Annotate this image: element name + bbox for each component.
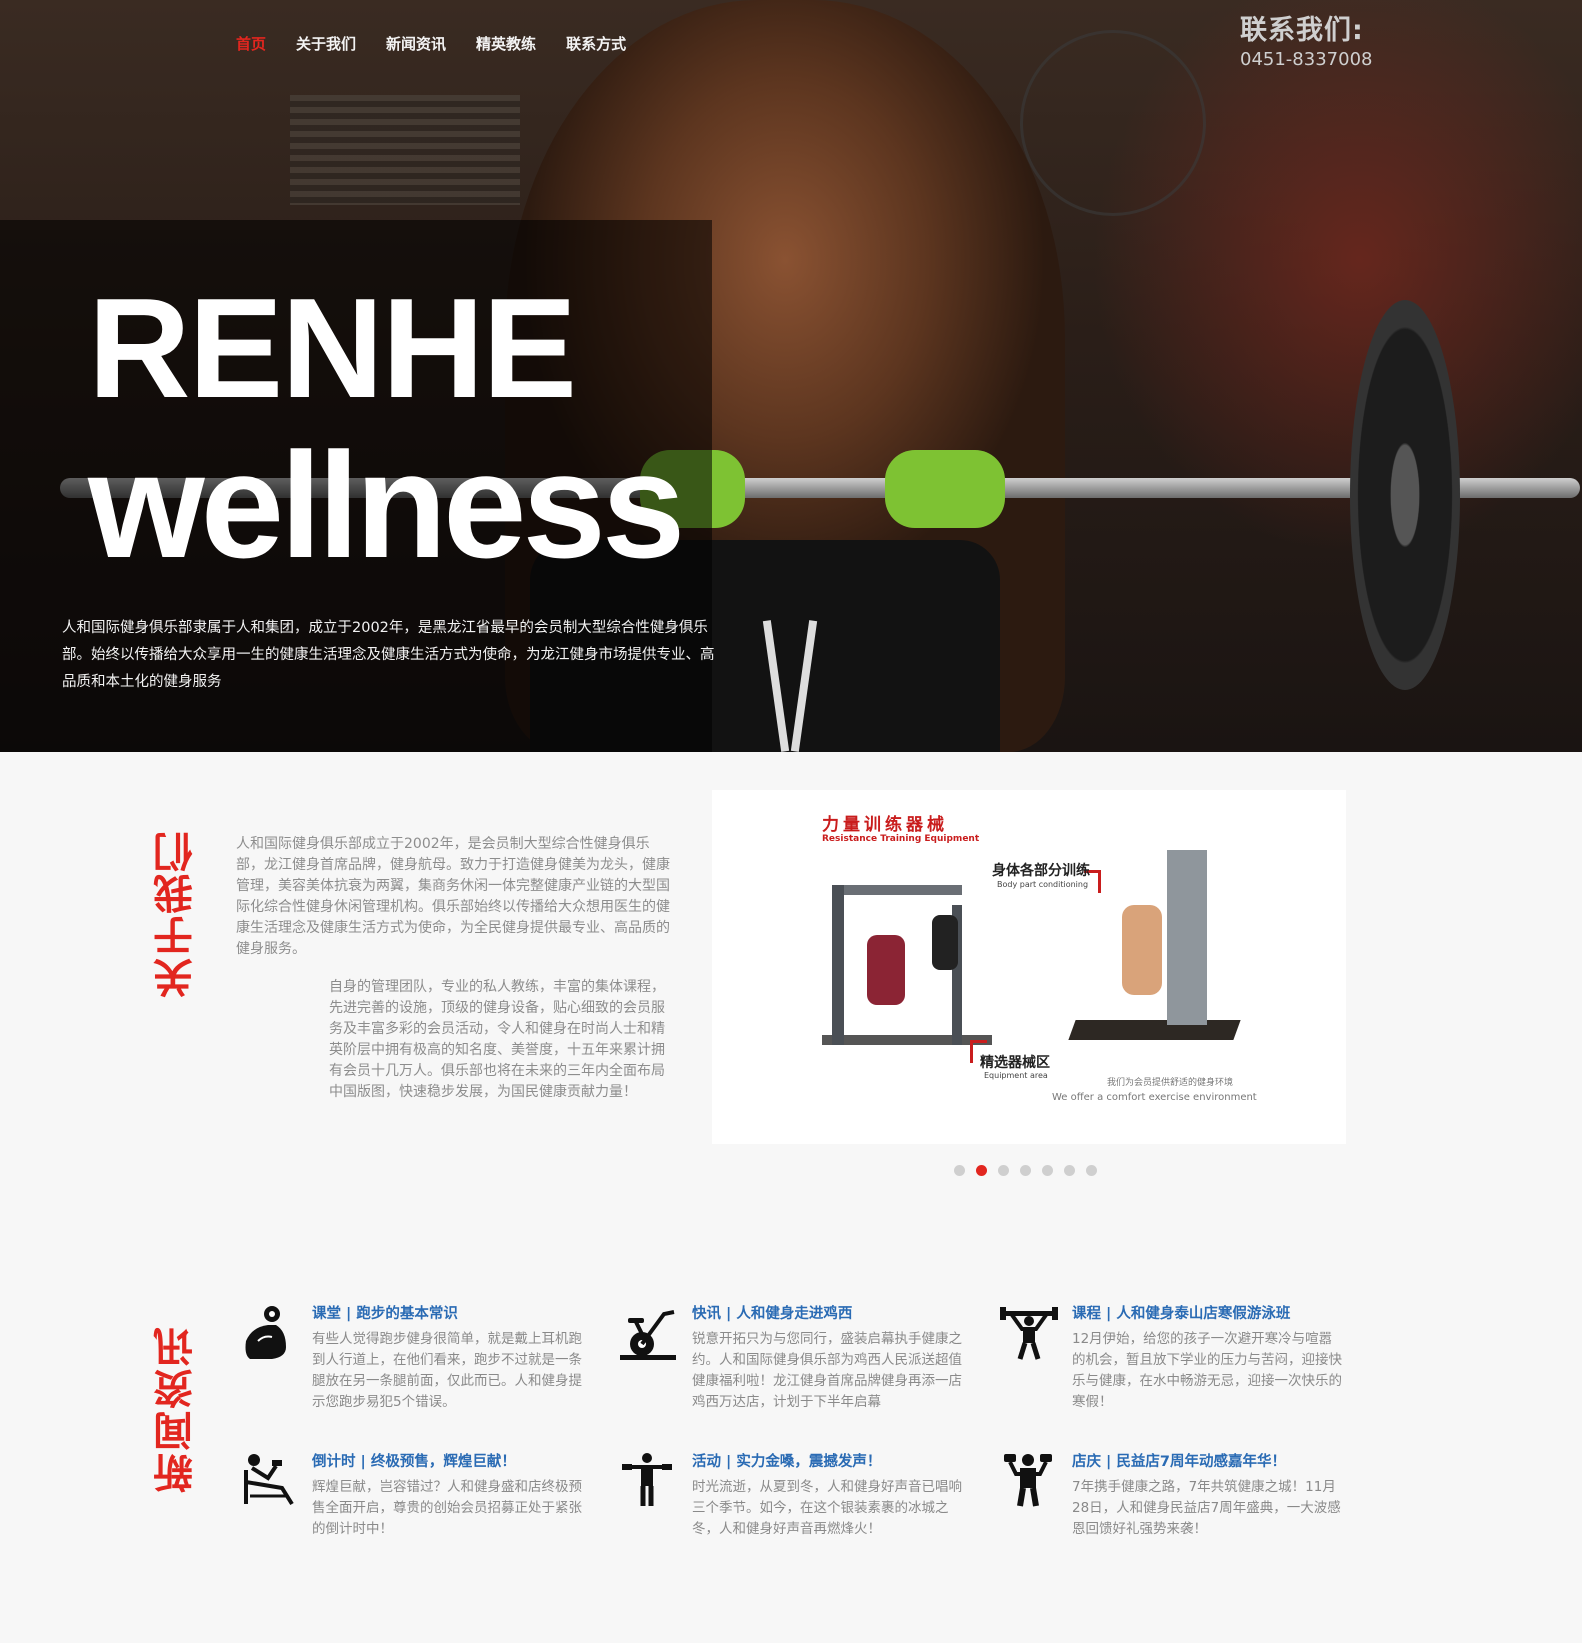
slide-tag-equipment-sub: Equipment area [984, 1071, 1048, 1080]
news-summary: 12月伊始，给您的孩子一次避开寒冷与喧嚣的机会，暂且放下学业的压力与苦闷，迎接快… [1072, 1331, 1342, 1410]
news-section-title: 新闻资讯 [154, 1325, 200, 1493]
slider-pagination [954, 1165, 1097, 1176]
equipment-slider[interactable]: 力量训练器械 Resistance Training Equipment 身体各… [712, 790, 1346, 1144]
hero-title-line2: wellness [88, 421, 685, 589]
man-figure [867, 935, 905, 1005]
news-summary: 锐意开拓只为与您同行，盛装启幕执手健康之约。人和国际健身俱乐部为鸡西人民派送超值… [692, 1331, 962, 1410]
news-headline[interactable]: 店庆 | 民益店7周年动感嘉年华！ [1072, 1450, 1286, 1471]
dumbbell-man-icon [1002, 1452, 1052, 1508]
main-nav: 首页 关于我们 新闻资讯 精英教练 联系方式 [236, 33, 656, 54]
dumbbell-raise-icon [622, 1452, 672, 1508]
about-section-title: 关于我们 [154, 830, 200, 998]
woman-figure [1122, 905, 1162, 995]
nav-item-news[interactable]: 新闻资讯 [386, 33, 446, 54]
bench-press-icon [242, 1452, 294, 1508]
slider-dot[interactable] [954, 1165, 965, 1176]
nav-item-about[interactable]: 关于我们 [296, 33, 356, 54]
about-paragraph-2: 自身的管理团队，专业的私人教练，丰富的集体课程，先进完善的设施，顶级的健身设备，… [329, 979, 665, 1100]
slide-subtitle: Resistance Training Equipment [822, 834, 980, 844]
slider-dot[interactable] [1064, 1165, 1075, 1176]
contact-label: 联系我们: [1240, 15, 1364, 46]
slider-dot[interactable] [998, 1165, 1009, 1176]
slider-dot-active[interactable] [976, 1165, 987, 1176]
slider-dot[interactable] [1086, 1165, 1097, 1176]
news-headline[interactable]: 课堂 | 跑步的基本常识 [312, 1302, 458, 1323]
news-headline[interactable]: 课程 | 人和健身泰山店寒假游泳班 [1072, 1302, 1290, 1323]
header-contact: 联系我们: 0451-8337008 [1240, 8, 1372, 70]
nav-item-home[interactable]: 首页 [236, 33, 266, 54]
cable-machine-image [1067, 850, 1242, 1045]
weightlifter-icon [1000, 1305, 1058, 1361]
woman-figure [932, 915, 958, 970]
slide-tag-equipment: 精选器械区 [980, 1055, 1050, 1071]
flex-arm-icon [242, 1305, 292, 1361]
slide-footer-en: We offer a comfort exercise environment [1052, 1092, 1257, 1103]
ceiling-light [290, 95, 520, 205]
hero-banner: 首页 关于我们 新闻资讯 精英教练 联系方式 联系我们: 0451-833700… [0, 0, 1582, 752]
news-summary: 辉煌巨献，岂容错过？人和健身盛和店终极预售全面开启，尊贵的创始会员招募正处于紧张… [312, 1479, 582, 1537]
news-summary: 时光流逝，从夏到冬，人和健身好声音已唱响三个季节。如今，在这个银装素裹的冰城之冬… [692, 1479, 962, 1537]
exercise-bike-icon [618, 1308, 676, 1364]
glove-right [885, 450, 1005, 528]
wall-fan [1020, 30, 1206, 216]
hero-title-line1: RENHE [88, 269, 577, 428]
multi-gym-machine-image [812, 875, 997, 1050]
nav-item-contact[interactable]: 联系方式 [566, 33, 626, 54]
news-headline[interactable]: 活动 | 实力金嗓，震撼发声！ [692, 1450, 881, 1471]
news-summary: 有些人觉得跑步健身很简单，就是戴上耳机跑到人行道上，在他们看来，跑步不过就是一条… [312, 1331, 582, 1410]
hero-description: 人和国际健身俱乐部隶属于人和集团，成立于2002年，是黑龙江省最早的会员制大型综… [62, 620, 715, 690]
contact-phone[interactable]: 0451-8337008 [1240, 49, 1372, 70]
news-headline[interactable]: 快讯 | 人和健身走进鸡西 [692, 1302, 852, 1323]
slider-dot[interactable] [1042, 1165, 1053, 1176]
slide-footer-cn: 我们为会员提供舒适的健身环境 [1107, 1078, 1234, 1088]
nav-item-coaches[interactable]: 精英教练 [476, 33, 536, 54]
news-headline[interactable]: 倒计时 | 终极预售，辉煌巨献！ [312, 1450, 516, 1471]
weight-plate [1350, 300, 1460, 690]
slider-dot[interactable] [1020, 1165, 1031, 1176]
slide-title: 力量训练器械 [822, 815, 948, 835]
about-paragraph-1: 人和国际健身俱乐部成立于2002年，是会员制大型综合性健身俱乐部，龙江健身首席品… [236, 836, 670, 957]
news-summary: 7年携手健康之路，7年共筑健康之城！11月28日，人和健身民益店7周年盛典，一大… [1072, 1479, 1341, 1537]
